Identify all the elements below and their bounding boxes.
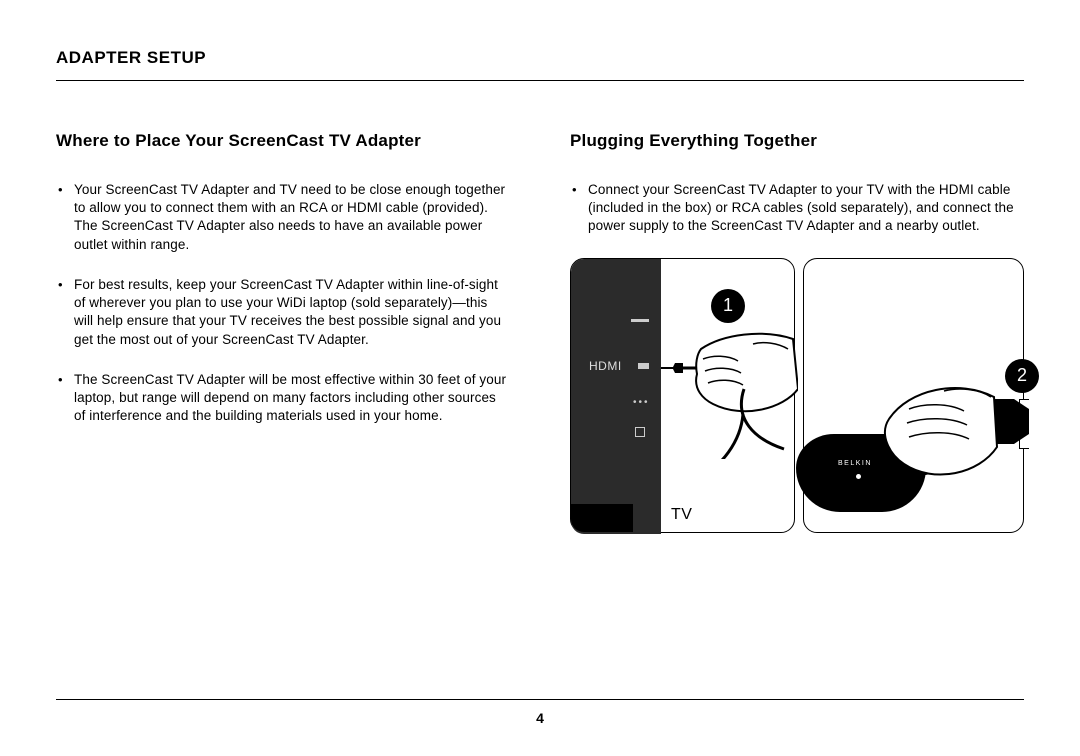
page-footer: 4 — [56, 699, 1024, 726]
header-rule — [56, 80, 1024, 81]
right-bullet-list: Connect your ScreenCast TV Adapter to yo… — [570, 181, 1024, 236]
step-badge-1: 1 — [711, 289, 745, 323]
content-columns: Where to Place Your ScreenCast TV Adapte… — [56, 131, 1024, 699]
tv-hdmi-port — [638, 363, 649, 369]
right-column: Plugging Everything Together Connect you… — [570, 131, 1024, 699]
tv-base — [571, 504, 633, 532]
tv-port — [631, 319, 649, 322]
adapter-led-icon — [856, 474, 861, 479]
adapter-brand-label: BELKIN — [838, 460, 872, 467]
left-bullet-list: Your ScreenCast TV Adapter and TV need t… — [56, 181, 510, 425]
diagram-panel-power: 2 BELKIN — [803, 258, 1024, 533]
diagram-panel-hdmi: ••• HDMI TV 1 — [570, 258, 795, 533]
list-item: Connect your ScreenCast TV Adapter to yo… — [570, 181, 1024, 236]
tv-label: TV — [671, 506, 692, 524]
left-section-title: Where to Place Your ScreenCast TV Adapte… — [56, 131, 510, 151]
page-number: 4 — [56, 710, 1024, 726]
tv-ports-icon: ••• — [633, 397, 650, 408]
hdmi-label: HDMI — [589, 359, 622, 373]
list-item: For best results, keep your ScreenCast T… — [56, 276, 510, 349]
hand-holding-plug-icon — [879, 379, 1029, 509]
tv-port-icon — [635, 427, 645, 437]
step-badge-2: 2 — [1005, 359, 1039, 393]
left-column: Where to Place Your ScreenCast TV Adapte… — [56, 131, 510, 699]
footer-rule — [56, 699, 1024, 700]
list-item: The ScreenCast TV Adapter will be most e… — [56, 371, 510, 426]
list-item: Your ScreenCast TV Adapter and TV need t… — [56, 181, 510, 254]
right-section-title: Plugging Everything Together — [570, 131, 1024, 151]
hand-plugging-hdmi-icon — [653, 319, 798, 459]
setup-diagram: ••• HDMI TV 1 — [570, 258, 1024, 533]
section-header: ADAPTER SETUP — [56, 48, 1024, 68]
